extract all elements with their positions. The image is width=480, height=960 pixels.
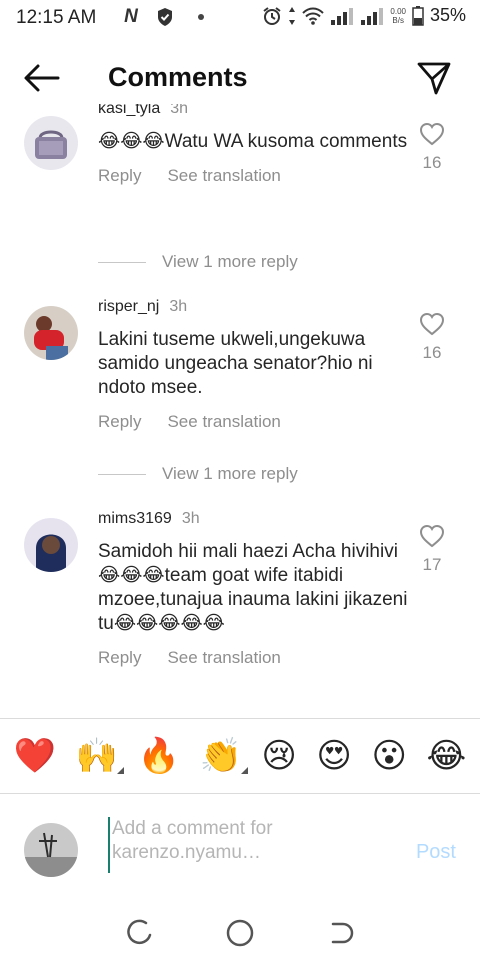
heart-icon[interactable] [419, 122, 445, 146]
page-title: Comments [108, 62, 248, 92]
red-heart-emoji[interactable]: ❤️ [14, 736, 56, 776]
view-more-replies[interactable]: View 1 more reply [98, 464, 298, 484]
n-app-icon: N [124, 6, 138, 27]
avatar[interactable] [24, 518, 78, 572]
comment-actions: Reply See translation [98, 166, 408, 186]
shield-icon [158, 8, 172, 26]
user-avatar [24, 823, 78, 877]
back-arrow-icon[interactable] [22, 62, 62, 94]
heart-icon[interactable] [419, 312, 445, 336]
system-nav-bar [0, 905, 480, 960]
raising-hands-emoji[interactable]: 🙌 [75, 736, 125, 776]
comment-username[interactable]: risper_nj [98, 298, 159, 316]
comment-body: kasi_tyla 3h 😂😂😂Watu WA kusoma comments … [98, 104, 408, 186]
send-icon[interactable] [416, 60, 452, 96]
comment-text: Samidoh hii mali haezi Acha hivihivi😂😂😂t… [98, 541, 408, 634]
comment-username[interactable]: mims3169 [98, 510, 172, 528]
reply-button[interactable]: Reply [98, 166, 141, 186]
comment-header: mims3169 3h [98, 510, 408, 532]
signal-2-icon [361, 7, 384, 25]
fire-emoji[interactable]: 🔥 [138, 736, 180, 776]
wifi-icon [302, 7, 325, 25]
emoji-quick-bar: ❤️ 🙌 🔥 👏 😢 😍 😮 😂 [0, 718, 480, 794]
comment-header: kasi_tyla 3h [98, 104, 408, 122]
view-more-replies-label: View 1 more reply [162, 464, 298, 483]
like-area: 16 [414, 312, 450, 363]
network-speed-unit: B/s [392, 15, 404, 25]
like-count: 16 [422, 343, 442, 362]
status-left-icons: N [120, 6, 204, 28]
comment-input[interactable] [108, 817, 398, 873]
signal-icon [331, 7, 354, 25]
back-nav-icon[interactable] [324, 917, 356, 949]
raising-hands-emoji-glyph: 🙌 [75, 736, 119, 776]
divider-line [98, 261, 146, 263]
view-more-replies[interactable]: View 1 more reply [98, 252, 298, 272]
battery-percent: 35% [429, 5, 466, 25]
status-right-icons: 0.00 B/s 35% [262, 5, 466, 26]
comment-body: mims3169 3h Samidoh hii mali haezi Acha … [98, 510, 408, 668]
recent-apps-icon[interactable] [124, 917, 156, 949]
network-speed: 0.00 B/s [390, 7, 406, 25]
like-area: 17 [414, 524, 450, 575]
status-time: 12:15 AM [16, 7, 97, 28]
header: Comments [0, 52, 480, 104]
crying-face-emoji[interactable]: 😢 [261, 736, 296, 776]
comment-actions: Reply See translation [98, 648, 408, 668]
comment-time: 3h [170, 104, 189, 117]
see-translation-button[interactable]: See translation [167, 412, 280, 432]
clapping-hands-emoji[interactable]: 👏 [199, 736, 248, 776]
battery-icon [412, 5, 424, 26]
network-speed-value: 0.00 [390, 6, 406, 16]
heart-icon[interactable] [419, 524, 445, 548]
see-translation-button[interactable]: See translation [167, 648, 280, 668]
home-icon[interactable] [224, 917, 256, 949]
comment-actions: Reply See translation [98, 412, 408, 432]
alarm-icon [263, 6, 281, 25]
comment-body: risper_nj 3h Lakini tuseme ukweli,ungeku… [98, 298, 408, 432]
heart-eyes-emoji[interactable]: 😍 [316, 736, 351, 776]
comment-composer: Post [0, 795, 480, 905]
comment-username[interactable]: kasi_tyla [98, 104, 160, 118]
like-area: 16 [414, 122, 450, 173]
reply-button[interactable]: Reply [98, 412, 141, 432]
post-button[interactable]: Post [416, 841, 456, 864]
like-count: 17 [422, 555, 442, 574]
comments-list[interactable]: kasi_tyla 3h 😂😂😂Watu WA kusoma comments … [0, 104, 480, 718]
comment-time: 3h [181, 510, 200, 527]
notification-dot-icon [198, 14, 204, 20]
comment-time: 3h [169, 298, 188, 315]
reply-button[interactable]: Reply [98, 648, 141, 668]
laughing-tears-emoji[interactable]: 😂 [426, 736, 466, 776]
divider-line [98, 473, 146, 475]
data-arrows-icon [289, 6, 296, 25]
avatar[interactable] [24, 306, 78, 360]
clapping-hands-emoji-glyph: 👏 [199, 736, 242, 776]
surprised-face-emoji[interactable]: 😮 [371, 736, 406, 776]
avatar[interactable] [24, 116, 78, 170]
skin-tone-indicator-icon [117, 767, 125, 774]
like-count: 16 [422, 153, 442, 172]
comment-text: 😂😂😂Watu WA kusoma comments [98, 131, 408, 152]
view-more-replies-label: View 1 more reply [162, 252, 298, 271]
comment-header: risper_nj 3h [98, 298, 408, 320]
comment-text: Lakini tuseme ukweli,ungekuwa samido ung… [98, 329, 373, 398]
status-bar: 12:15 AM N 0.00 B/s 35% [0, 0, 480, 40]
skin-tone-indicator-icon [240, 767, 248, 774]
see-translation-button[interactable]: See translation [167, 166, 280, 186]
